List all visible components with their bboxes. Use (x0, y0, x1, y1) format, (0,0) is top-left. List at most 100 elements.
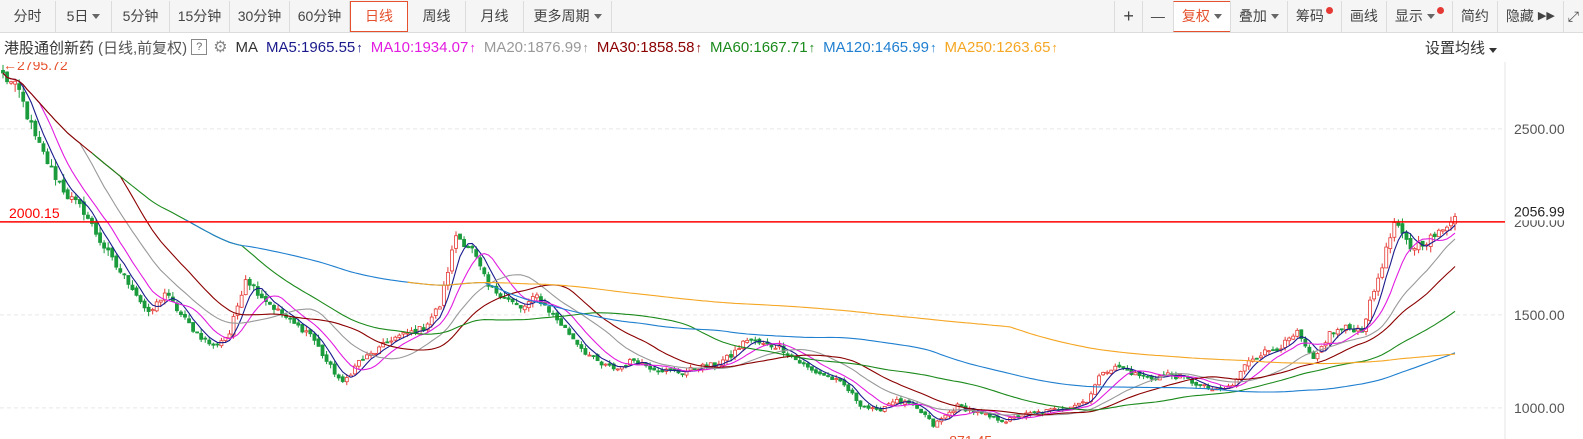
candle-body (955, 403, 960, 413)
candle-body (534, 294, 539, 299)
candle-body (1428, 234, 1433, 247)
candle-body (1121, 366, 1126, 369)
period-toolbar: 分时 5日 5分钟 15分钟 30分钟 60分钟 日线 周线 月线 更多周期 + — 复权 叠加 … (0, 0, 1583, 33)
kline-chart-svg[interactable]: 2500.002000.001500.001000.002000.15 2056.… (0, 62, 1583, 439)
overlay-dropdown[interactable]: 叠加 (1229, 1, 1287, 32)
kline-chart[interactable]: 2500.00 2000.00 1500.00 1000.00 2000.15 2056.… (0, 62, 1583, 439)
zoom-in-button[interactable]: + (1114, 1, 1142, 32)
ma-legend-item[interactable]: MA20:1876.99↑ (484, 39, 589, 56)
chevron-down-icon (1270, 14, 1279, 19)
ma-value: MA30:1858.58 (596, 38, 695, 56)
period-tab-7[interactable]: 周线 (408, 1, 466, 32)
ma-value: MA20:1876.99 (483, 38, 582, 56)
ma-legend-item[interactable]: MA250:1263.65↑ (945, 39, 1058, 56)
ma-legend-item[interactable]: MA120:1465.99↑ (823, 39, 936, 56)
candle-body (1449, 221, 1453, 227)
candle-body (268, 301, 272, 305)
candle-body (1331, 332, 1336, 335)
candle-body (98, 232, 102, 243)
period-tab-6[interactable]: 日线 (350, 1, 408, 32)
hide-button[interactable]: 隐藏 ▶▶ (1496, 1, 1563, 32)
candle-body (931, 418, 936, 427)
candle-body (373, 352, 378, 355)
candle-body (1351, 329, 1356, 333)
ma-settings-dropdown[interactable]: 设置均线 (1425, 37, 1497, 58)
chips-button[interactable]: 筹码 (1286, 1, 1341, 32)
ma-settings-label: 设置均线 (1424, 40, 1485, 57)
candle-body (870, 407, 875, 410)
candle-body (1202, 384, 1207, 387)
chevron-down-icon (1489, 48, 1497, 53)
candle-body (648, 365, 653, 370)
candle-body (1133, 372, 1138, 376)
period-tab-9[interactable]: 更多周期 (524, 1, 612, 32)
help-icon[interactable]: ? (191, 39, 208, 55)
chevron-down-icon (1426, 14, 1435, 19)
gear-icon[interactable]: ⚙ (213, 37, 227, 57)
candle-body (502, 296, 507, 299)
arrow-up-icon: ↑ (356, 39, 363, 55)
high-annotation: ←2795.72 (3, 62, 68, 73)
candle-body (393, 336, 398, 341)
period-tab-0[interactable]: 分时 (0, 1, 56, 32)
period-tab-3[interactable]: 15分钟 (170, 1, 230, 32)
candle-body (607, 363, 612, 366)
draw-line-button[interactable]: 画线 (1340, 1, 1386, 32)
period-tab-2[interactable]: 5分钟 (112, 1, 170, 32)
candle-body (1380, 267, 1385, 278)
candle-body (951, 410, 956, 414)
candle-body (1052, 408, 1057, 410)
candle-body (272, 304, 276, 310)
candle-body (959, 404, 964, 407)
candle-body (134, 287, 139, 296)
notification-dot-icon (1325, 7, 1333, 14)
candle-body (288, 317, 293, 320)
display-dropdown[interactable]: 显示 (1385, 1, 1452, 32)
fuquan-dropdown[interactable]: 复权 (1172, 1, 1230, 32)
period-tab-label: 5分钟 (122, 8, 159, 24)
ma-legend-item[interactable]: MA10:1934.07↑ (371, 39, 476, 56)
candle-body (1190, 379, 1195, 384)
candle-body (478, 257, 483, 267)
ma-value: MA60:1667.71 (710, 38, 808, 56)
period-tab-8[interactable]: 月线 (466, 1, 524, 32)
candle-body (927, 415, 932, 420)
candle-body (41, 143, 46, 152)
candle-body (1315, 353, 1320, 360)
zoom-out-button[interactable]: — (1141, 1, 1173, 32)
candle-body (1113, 365, 1118, 371)
candle-body (680, 373, 685, 376)
candle-body (433, 308, 438, 316)
period-tab-1[interactable]: 5日 (56, 1, 112, 32)
simple-mode-button[interactable]: 简约 (1451, 1, 1497, 32)
candle-body (110, 247, 115, 258)
period-tab-4[interactable]: 30分钟 (230, 1, 290, 32)
candle-body (1210, 389, 1215, 392)
candle-body (324, 354, 329, 362)
candle-body (862, 405, 867, 408)
candle-body (13, 80, 18, 85)
candle-body (122, 273, 127, 276)
period-tab-5[interactable]: 60分钟 (290, 1, 350, 32)
candle-body (923, 411, 928, 415)
candle-body (90, 217, 94, 224)
fullscreen-button[interactable]: ⤢ (1562, 1, 1583, 32)
candle-body (458, 233, 462, 240)
ma-legend-item[interactable]: MA30:1858.58↑ (597, 39, 702, 56)
ma-legend-item[interactable]: MA60:1667.71↑ (710, 39, 815, 56)
candle-body (1141, 374, 1146, 377)
candle-body (138, 295, 143, 303)
candle-body (656, 370, 661, 373)
candle-body (446, 271, 450, 286)
candle-body (749, 338, 754, 341)
candle-body (296, 322, 301, 326)
candle-body (1307, 346, 1312, 353)
candle-body (1267, 350, 1271, 353)
ma-legend-item[interactable]: MA5:1965.55↑ (266, 39, 363, 56)
candle-body (1388, 237, 1393, 250)
candle-body (510, 298, 515, 303)
candle-body (437, 306, 442, 310)
period-tab-label: 周线 (422, 8, 451, 24)
candle-body (1339, 328, 1344, 331)
candle-body (336, 374, 341, 379)
